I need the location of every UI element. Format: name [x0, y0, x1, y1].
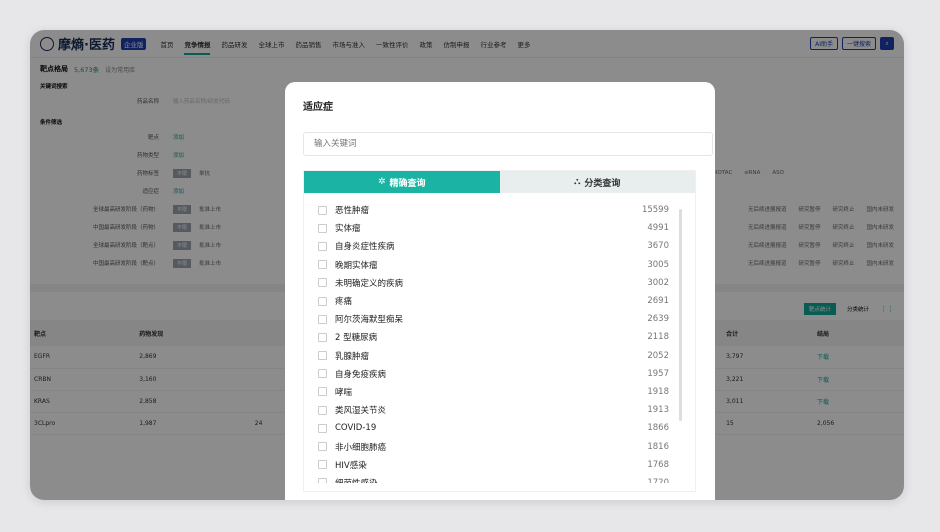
app-window: 摩熵·医药 企业版 首页 竞争情报 药品研发 全球上市 药品销售 市场与准入 一致性评价 政策…: [30, 30, 904, 500]
indication-label: 自身炎症性疾病: [335, 242, 395, 253]
indication-count: 15599: [641, 205, 669, 216]
indication-label: HIV感染: [335, 460, 367, 471]
indication-count: 2118: [647, 332, 669, 343]
tab-exact-query[interactable]: ✲ 精确查询: [304, 171, 500, 193]
indication-count: 1866: [647, 423, 669, 434]
indication-count: 1768: [647, 459, 669, 470]
indication-count: 1720: [647, 477, 669, 483]
indication-count: 3005: [647, 259, 669, 270]
indication-label: COVID-19: [335, 423, 377, 434]
list-item[interactable]: 非小细胞肺癌 1816: [304, 437, 679, 455]
indication-count: 2052: [647, 350, 669, 361]
checkbox[interactable]: [318, 478, 327, 483]
indication-count: 3002: [647, 277, 669, 288]
indication-count: 2691: [647, 296, 669, 307]
list-item[interactable]: 自身免疫疾病 1957: [304, 365, 679, 383]
indication-list: 恶性肿瘤 15599 实体瘤 4991 自身炎症性疾病 3670 晚期实体瘤 3005 未明确定…: [304, 201, 679, 483]
list-scrollbar[interactable]: [679, 209, 682, 421]
hierarchy-icon: ⛬: [574, 177, 581, 187]
indication-label: 恶性肿瘤: [335, 206, 370, 217]
tab-exact-label: 精确查询: [389, 178, 426, 189]
checkbox[interactable]: [318, 205, 327, 215]
list-item[interactable]: 晚期实体瘤 3005: [304, 256, 679, 274]
modal-title: 适应症: [303, 102, 333, 113]
indication-count: 4991: [647, 223, 669, 234]
indication-label: 类风湿关节炎: [335, 406, 387, 417]
checkbox[interactable]: [318, 260, 327, 270]
indication-label: 疼痛: [335, 297, 353, 308]
list-item[interactable]: COVID-19 1866: [304, 419, 679, 437]
checkbox[interactable]: [318, 296, 327, 306]
list-item[interactable]: 阿尔茨海默型痴呆 2639: [304, 310, 679, 328]
indication-count: 2639: [647, 314, 669, 325]
sparkle-icon: ✲: [377, 177, 386, 187]
checkbox[interactable]: [318, 369, 327, 379]
tab-class-query[interactable]: ⛬ 分类查询: [499, 171, 695, 193]
checkbox[interactable]: [318, 351, 327, 361]
checkbox[interactable]: [318, 442, 327, 452]
checkbox[interactable]: [318, 405, 327, 415]
checkbox[interactable]: [318, 278, 327, 288]
checkbox[interactable]: [318, 460, 327, 470]
checkbox[interactable]: [318, 314, 327, 324]
checkbox[interactable]: [318, 387, 327, 397]
indication-modal: 适应症 ✲ 精确查询 ⛬ 分类查询 恶性肿瘤 15599 实体瘤 4991 自身炎症性疾…: [285, 82, 715, 500]
checkbox[interactable]: [318, 241, 327, 251]
checkbox[interactable]: [318, 423, 327, 433]
list-item[interactable]: 实体瘤 4991: [304, 219, 679, 237]
indication-label: 晚期实体瘤: [335, 260, 378, 271]
checkbox[interactable]: [318, 332, 327, 342]
list-item[interactable]: 哮喘 1918: [304, 383, 679, 401]
tab-class-label: 分类查询: [584, 178, 621, 189]
list-item[interactable]: HIV感染 1768: [304, 456, 679, 474]
list-item[interactable]: 自身炎症性疾病 3670: [304, 237, 679, 255]
list-item[interactable]: 未明确定义的疾病 3002: [304, 274, 679, 292]
indication-label: 细菌性感染: [335, 477, 647, 483]
indication-count: 1957: [647, 368, 669, 379]
list-item[interactable]: 2 型糖尿病 2118: [304, 328, 679, 346]
list-item[interactable]: 恶性肿瘤 15599: [304, 201, 679, 219]
indication-label: 非小细胞肺癌: [335, 442, 387, 453]
list-item[interactable]: 类风湿关节炎 1913: [304, 401, 679, 419]
list-item[interactable]: 细菌性感染1720: [304, 474, 679, 483]
keyword-search-input[interactable]: [303, 132, 713, 156]
modal-panel: ✲ 精确查询 ⛬ 分类查询 恶性肿瘤 15599 实体瘤 4991 自身炎症性疾病 367…: [303, 170, 696, 492]
checkbox[interactable]: [318, 223, 327, 233]
indication-count: 1918: [647, 386, 669, 397]
list-item[interactable]: 乳腺肿瘤 2052: [304, 347, 679, 365]
indication-label: 阿尔茨海默型痴呆: [335, 315, 404, 326]
indication-label: 未明确定义的疾病: [335, 278, 404, 289]
indication-label: 自身免疫疾病: [335, 369, 387, 380]
list-item[interactable]: 疼痛 2691: [304, 292, 679, 310]
query-tabs: ✲ 精确查询 ⛬ 分类查询: [304, 171, 695, 193]
indication-label: 2 型糖尿病: [335, 333, 378, 344]
indication-label: 乳腺肿瘤: [335, 351, 370, 362]
indication-count: 1913: [647, 405, 669, 416]
indication-label: 实体瘤: [335, 224, 361, 235]
indication-label: 哮喘: [335, 387, 353, 398]
indication-count: 3670: [647, 241, 669, 252]
indication-count: 1816: [647, 441, 669, 452]
